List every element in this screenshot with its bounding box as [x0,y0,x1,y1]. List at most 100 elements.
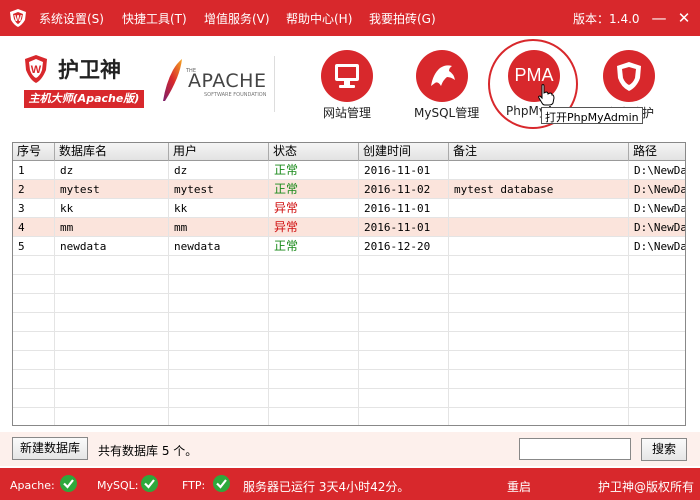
cell-id: 3 [13,199,55,218]
svg-text:W: W [31,64,42,76]
cell-status: 异常 [269,218,359,237]
app-logo-icon: W [10,9,26,27]
grid-line [13,388,685,389]
cell-id: 5 [13,237,55,256]
table-row[interactable]: 4mmmm异常2016-11-01D:\NewData [13,218,685,237]
mysql-management-button[interactable] [416,50,468,102]
svg-text:W: W [14,14,22,23]
cell-user: mytest [169,180,269,199]
cell-status: 正常 [269,237,359,256]
table-row[interactable]: 5newdatanewdata正常2016-12-20D:\NewData [13,237,685,256]
site-management-label[interactable]: 网站管理 [323,104,371,121]
grid-line [13,217,685,218]
column-header-user[interactable]: 用户 [169,143,269,161]
cell-note [449,237,629,256]
status-bar: Apache: MySQL: FTP: 服务器已运行 3天4小时42分。 重启 … [0,468,700,500]
menu-system-settings[interactable]: 系统设置(S) [39,10,104,27]
restart-link[interactable]: 重启 [507,478,531,495]
grid-line [13,312,685,313]
cell-created: 2016-11-01 [359,199,449,218]
site-management-button[interactable] [321,50,373,102]
column-header-dbname[interactable]: 数据库名 [55,143,169,161]
grid-line [13,293,685,294]
cell-created: 2016-11-02 [359,180,449,199]
tooltip: 打开PhpMyAdmin [541,107,643,124]
new-database-button[interactable]: 新建数据库 [12,437,88,460]
grid-column-line [358,161,359,425]
cell-dbname: newdata [55,237,169,256]
ftp-ok-check-icon [213,475,230,492]
copyright-text: 护卫神@版权所有 [598,480,695,494]
brand-subtitle: 主机大师(Apache版) [24,90,144,108]
cell-id: 1 [13,161,55,180]
cell-path: D:\NewData [629,237,685,256]
column-header-note[interactable]: 备注 [449,143,629,161]
toolbar: W 护卫神 主机大师(Apache版) THE APACHE SOFTWARE … [0,36,700,136]
table-row[interactable]: 3kkkk异常2016-11-01D:\NewData [13,199,685,218]
cell-note: mytest database [449,180,629,199]
grid-line [13,198,685,199]
cell-dbname: mytest [55,180,169,199]
cell-created: 2016-11-01 [359,161,449,180]
minimize-icon[interactable]: — [649,8,669,28]
menu-value-added-services[interactable]: 增值服务(V) [204,10,270,27]
cell-dbname: dz [55,161,169,180]
cell-user: dz [169,161,269,180]
menu-help-center[interactable]: 帮助中心(H) [286,10,352,27]
cell-status: 异常 [269,199,359,218]
cell-path: D:\NewData [629,218,685,237]
mysql-status-label: MySQL: [97,479,139,492]
apache-feather-icon [163,59,182,101]
grid-column-line [628,161,629,425]
search-button[interactable]: 搜索 [641,438,687,461]
menu-feedback[interactable]: 我要拍砖(G) [369,10,436,27]
cell-status: 正常 [269,180,359,199]
menu-quick-tools[interactable]: 快捷工具(T) [122,10,187,27]
table-row[interactable]: 1dzdz正常2016-11-01D:\NewData [13,161,685,180]
cell-note [449,199,629,218]
apache-status-label: Apache: [10,479,55,492]
cell-user: newdata [169,237,269,256]
database-count-text: 共有数据库 5 个。 [98,444,198,458]
search-input[interactable] [519,438,631,460]
cell-created: 2016-12-20 [359,237,449,256]
security-protection-button[interactable] [603,50,655,102]
dolphin-icon [431,65,455,86]
mysql-management-label[interactable]: MySQL管理 [414,104,479,121]
grid-line [13,350,685,351]
shield-logo-icon: W [25,55,47,83]
grid-column-line [168,161,169,425]
cell-user: kk [169,199,269,218]
ftp-status-label: FTP: [182,479,206,492]
cell-created: 2016-11-01 [359,218,449,237]
title-bar: W 系统设置(S) 快捷工具(T) 增值服务(V) 帮助中心(H) 我要拍砖(G… [0,0,700,36]
grid-line [13,274,685,275]
cell-id: 4 [13,218,55,237]
shield-icon [617,62,641,91]
cell-status: 正常 [269,161,359,180]
column-header-id[interactable]: 序号 [13,143,55,161]
uptime-text: 服务器已运行 3天4小时42分。 [243,480,410,494]
cell-id: 2 [13,180,55,199]
database-table[interactable]: 序号 数据库名 用户 状态 创建时间 备注 路径 1 dz dz 正常 2016-11-… [12,142,686,426]
cell-user: mm [169,218,269,237]
grid-column-line [54,161,55,425]
cell-dbname: kk [55,199,169,218]
cell-path: D:\NewData [629,180,685,199]
cell-note [449,218,629,237]
divider [274,56,275,112]
column-header-created[interactable]: 创建时间 [359,143,449,161]
grid-column-line [268,161,269,425]
mysql-ok-check-icon [141,475,158,492]
apache-ok-check-icon [60,475,77,492]
table-row[interactable]: 2 mytest mytest 正常 2016-11-02 mytest database… [13,180,685,199]
apache-wordmark: APACHE [188,70,267,92]
grid-line [13,179,685,180]
close-icon[interactable]: ✕ [674,8,694,28]
column-header-status[interactable]: 状态 [269,143,359,161]
brand-title: 护卫神 [58,58,121,82]
grid-line [13,407,685,408]
column-header-path[interactable]: 路径 [629,143,685,161]
cell-path: D:\NewData [629,199,685,218]
bottom-bar: 新建数据库 共有数据库 5 个。 搜索 [0,432,700,466]
